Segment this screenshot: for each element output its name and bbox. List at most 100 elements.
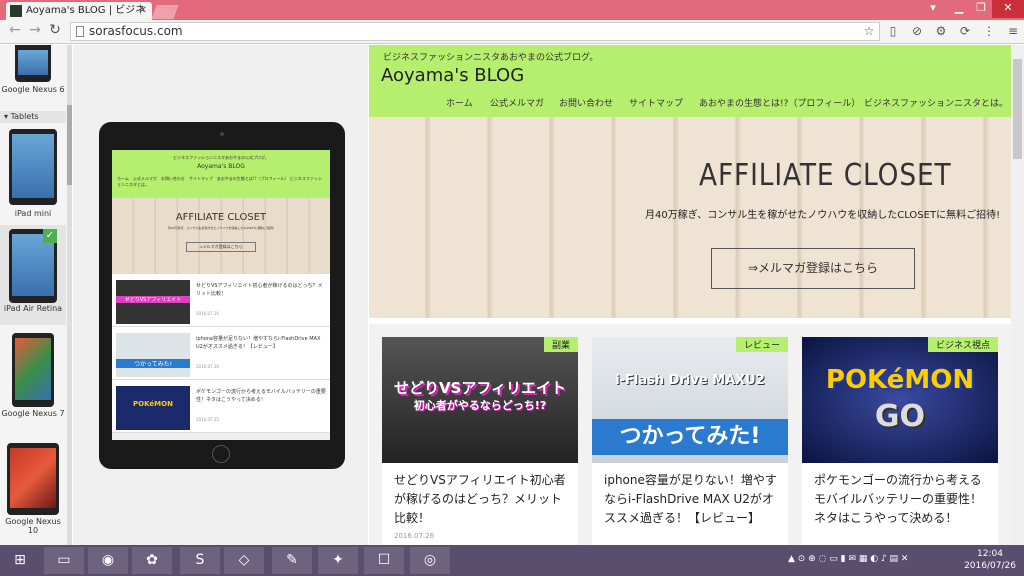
start-windows-icon[interactable]: ⊞ <box>0 547 40 574</box>
hero-title: AFFILIATE CLOSET <box>699 158 952 193</box>
hero-subtitle: 月40万稼ぎ、コンサル生を稼がせたノウハウを収納したCLOSETに無料ご招待! <box>645 210 1001 221</box>
taskbar: ⊞ ▭ ◉ ✿ S ◇ ✎ ✦ ☐ ◎ ▲ ⊙ ⊕ ◌ ▭ ▮ ✉ ▦ ◐ ♪ … <box>0 545 1024 576</box>
app-window-icon[interactable]: ◇ <box>224 547 264 574</box>
paint-icon[interactable]: ✦ <box>318 547 358 574</box>
device-nexus6[interactable]: Google Nexus 6 <box>0 45 66 94</box>
reload-icon[interactable]: ↻ <box>46 22 64 38</box>
post-title[interactable]: ポケモンゴーの流行から考えるモバイルバッテリーの重要性！ネタはこうやって決める！ <box>814 471 988 529</box>
tray-icons[interactable]: ▲ ⊙ ⊕ ◌ ▭ ▮ ✉ ▦ ◐ ♪ ▤ ✕ <box>788 554 908 564</box>
title-bar: Aoyama's BLOG | ビジネ ✕ ▾ ▁ ❐ ✕ <box>0 0 1024 20</box>
site-header: ビジネスファッションニスタあおやまの公式ブログ。 Aoyama's BLOG ホ… <box>369 45 1011 117</box>
mini-post-date: 2016.07.26 <box>196 364 219 369</box>
mini-post[interactable]: せどりVSアフィリエイト せどりVSアフィリエイト初心者が稼げるのはどっち？メリ… <box>112 274 330 327</box>
new-tab-button[interactable] <box>151 5 179 19</box>
post-card[interactable]: i-Flash Drive MAXU2 つかってみた! レビュー iphone容… <box>592 337 788 545</box>
restore-icon[interactable]: ❐ <box>970 0 992 18</box>
clock-time: 12:04 <box>977 549 1003 559</box>
back-icon[interactable]: ← <box>6 22 24 38</box>
extension-icon[interactable]: ⋮ <box>982 24 996 38</box>
home-button[interactable] <box>212 445 230 463</box>
page-icon <box>76 26 84 37</box>
clock-date: 2016/07/26 <box>964 561 1016 571</box>
menu-item-profile[interactable]: あおやまの生態とは!?（プロフィール） <box>699 96 860 109</box>
mini-post[interactable]: POKéMON ポケモンゴーの流行から考えるモバイルバッテリーの重要性！ネタはこ… <box>112 380 330 433</box>
device-thumb <box>12 333 54 407</box>
post-thumbnail: せどりVSアフィリエイト 初心者がやるならどっち!? <box>382 337 578 463</box>
mini-post-title: iphone容量が足りない！増やすならi-FlashDrive MAX U2がオ… <box>196 336 321 350</box>
browser-tab[interactable]: Aoyama's BLOG | ビジネ ✕ <box>6 2 152 20</box>
post-title[interactable]: せどりVSアフィリエイト初心者が稼げるのはどっち？メリット比較！ <box>394 471 568 529</box>
url-text: sorasfocus.com <box>89 24 183 38</box>
device-nexus10[interactable]: Google Nexus 10 <box>0 443 66 535</box>
feather-app-icon[interactable]: ✎ <box>272 547 312 574</box>
mini-post-thumb: POKéMON <box>116 386 190 430</box>
device-thumb <box>9 129 57 205</box>
mini-post-thumb: つかってみた! <box>116 333 190 377</box>
post-card[interactable]: せどりVSアフィリエイト 初心者がやるならどっち!? 副業 せどりVSアフィリエ… <box>382 337 578 545</box>
chrome-icon[interactable]: ◉ <box>88 547 128 574</box>
menu-item-sitemap[interactable]: サイトマップ <box>629 96 683 109</box>
site-menu: ホーム 公式メルマガ お問い合わせ サイトマップ あおやまの生態とは!?（プロフ… <box>369 96 1011 110</box>
mini-cta-button[interactable]: ⇒メルマガ登録はこちら <box>186 242 256 252</box>
menu-item-home[interactable]: ホーム <box>446 96 473 109</box>
post-card[interactable]: POKéMON GO ビジネス視点 ポケモンゴーの流行から考えるモバイルバッテリ… <box>802 337 998 545</box>
menu-item-mailmag[interactable]: 公式メルマガ <box>490 96 544 109</box>
device-thumb <box>15 45 51 82</box>
page-scrollbar[interactable] <box>1011 45 1024 545</box>
bookmark-star-icon[interactable]: ☆ <box>862 24 876 38</box>
mini-menu: ホーム 公式メルマガ お問い合わせ サイトマップ あおやまの生態とは!?（プロフ… <box>117 176 322 187</box>
line-icon[interactable]: ☐ <box>364 547 404 574</box>
forward-icon[interactable]: → <box>26 22 44 38</box>
minimize-icon[interactable]: ▁ <box>948 0 970 18</box>
device-mode-icon[interactable]: ▯ <box>886 24 900 38</box>
app-icon[interactable]: ✿ <box>132 547 172 574</box>
device-label: iPad mini <box>14 209 52 218</box>
hero-banner: AFFILIATE CLOSET 月40万稼ぎ、コンサル生を稼がせたノウハウを収… <box>369 117 1011 318</box>
mini-post-date: 2016.07.25 <box>196 417 219 422</box>
app-icon[interactable]: ◎ <box>410 547 450 574</box>
mini-post-title: ポケモンゴーの流行から考えるモバイルバッテリーの重要性！ネタはこうやって決める！ <box>196 389 326 403</box>
ipad-screen[interactable]: ビジネスファッションニスタあおやまの公式ブログ。 Aoyama's BLOG ホ… <box>112 150 330 440</box>
close-tab-icon[interactable]: ✕ <box>139 2 147 20</box>
check-icon: ✓ <box>43 229 57 243</box>
device-ipad-air[interactable]: ✓ iPad Air Retina <box>0 225 66 325</box>
mini-post[interactable]: つかってみた! iphone容量が足りない！増やすならi-FlashDrive … <box>112 327 330 380</box>
settings-gear-icon[interactable]: ⚙ <box>934 24 948 38</box>
address-bar[interactable]: sorasfocus.com <box>70 22 880 41</box>
file-explorer-icon[interactable]: ▭ <box>44 547 84 574</box>
clock[interactable]: 12:04 2016/07/26 <box>958 548 1022 572</box>
device-scrollbar[interactable] <box>67 45 72 545</box>
site-title[interactable]: Aoyama's BLOG <box>381 65 524 86</box>
device-nexus7[interactable]: Google Nexus 7 <box>0 333 66 418</box>
post-thumbnail: i-Flash Drive MAXU2 つかってみた! <box>592 337 788 463</box>
person-icon[interactable]: ▾ <box>918 0 948 18</box>
mini-header: ビジネスファッションニスタあおやまの公式ブログ。 Aoyama's BLOG ホ… <box>112 150 330 198</box>
close-window-icon[interactable]: ✕ <box>992 0 1024 18</box>
category-badge[interactable]: 副業 <box>543 337 578 352</box>
sync-icon[interactable]: ⟳ <box>958 24 972 38</box>
skype-icon[interactable]: S <box>180 547 220 574</box>
ipad-frame: ビジネスファッションニスタあおやまの公式ブログ。 Aoyama's BLOG ホ… <box>99 122 345 469</box>
mini-post-thumb: せどりVSアフィリエイト <box>116 280 190 324</box>
menu-item-about[interactable]: ビジネスファッションニスタとは。 <box>864 96 1008 109</box>
favicon-icon <box>10 5 22 17</box>
category-badge[interactable]: ビジネス視点 <box>927 337 998 352</box>
menu-item-contact[interactable]: お問い合わせ <box>559 96 613 109</box>
device-preview: ビジネスファッションニスタあおやまの公式ブログ。 Aoyama's BLOG ホ… <box>73 45 368 545</box>
device-label: iPad Air Retina <box>3 304 63 313</box>
newsletter-signup-button[interactable]: ⇒メルマガ登録はこちら <box>711 248 915 289</box>
mini-title: Aoyama's BLOG <box>197 163 245 170</box>
category-badge[interactable]: レビュー <box>735 337 788 352</box>
device-ipad-mini[interactable]: iPad mini <box>0 129 66 218</box>
device-label: Google Nexus 7 <box>1 409 65 418</box>
mini-hero-subtitle: 月40万稼ぎ、コンサル生を稼がせたノウハウを収納したCLOSETに無料ご招待! <box>167 226 275 230</box>
block-icon[interactable]: ⊘ <box>910 24 924 38</box>
menu-icon[interactable]: ≡ <box>1006 24 1020 38</box>
device-label: Google Nexus 6 <box>1 85 65 94</box>
post-date: 2016.07.26 <box>394 532 435 540</box>
post-list: せどりVSアフィリエイト 初心者がやるならどっち!? 副業 せどりVSアフィリエ… <box>369 324 1011 545</box>
camera-icon <box>220 132 224 136</box>
mini-hero: AFFILIATE CLOSET 月40万稼ぎ、コンサル生を稼がせたノウハウを収… <box>112 198 330 274</box>
mini-post-date: 2016.07.26 <box>196 311 219 316</box>
post-title[interactable]: iphone容量が足りない！増やすならi-FlashDrive MAX U2がオ… <box>604 471 778 529</box>
